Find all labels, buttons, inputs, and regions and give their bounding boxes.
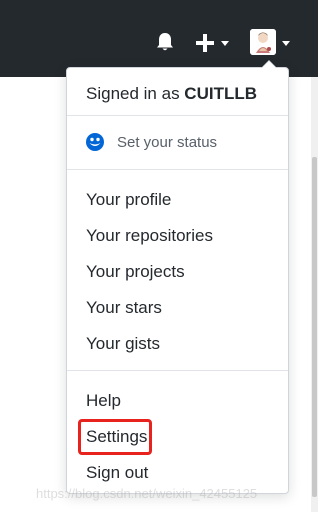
set-status-button[interactable]: Set your status [85, 128, 265, 158]
signed-in-prefix: Signed in as [86, 84, 185, 103]
watermark: https://blog.csdn.net/weixin_42455125 [36, 486, 258, 501]
menu-item-your-gists[interactable]: Your gists [86, 334, 160, 354]
menu-item-your-stars[interactable]: Your stars [86, 298, 162, 318]
set-status-label: Set your status [117, 134, 218, 151]
user-menu-button[interactable] [250, 29, 295, 57]
username[interactable]: CUITLLB [184, 84, 257, 103]
caret-down-icon [282, 41, 290, 46]
menu-item-help[interactable]: Help [86, 391, 121, 411]
user-dropdown-menu: Signed in as CUITLLB Set your status You… [66, 60, 289, 494]
menu-item-your-repositories[interactable]: Your repositories [86, 226, 213, 246]
settings-highlight-box [78, 419, 152, 455]
divider [67, 370, 288, 371]
plus-icon [196, 34, 214, 52]
signed-in-header: Signed in as CUITLLB [86, 84, 257, 104]
caret-down-icon [221, 41, 229, 46]
menu-item-your-projects[interactable]: Your projects [86, 262, 185, 282]
create-new-button[interactable] [194, 32, 234, 54]
avatar [250, 29, 276, 55]
menu-item-your-profile[interactable]: Your profile [86, 190, 171, 210]
bell-icon[interactable] [154, 31, 176, 53]
page: Signed in as CUITLLB Set your status You… [0, 0, 318, 512]
dropdown-arrow [261, 60, 277, 68]
menu-item-sign-out[interactable]: Sign out [86, 463, 148, 483]
scrollbar-thumb[interactable] [312, 157, 317, 497]
divider [67, 169, 288, 170]
divider [67, 115, 288, 116]
scrollbar[interactable] [311, 77, 318, 512]
smiley-icon [86, 133, 104, 151]
